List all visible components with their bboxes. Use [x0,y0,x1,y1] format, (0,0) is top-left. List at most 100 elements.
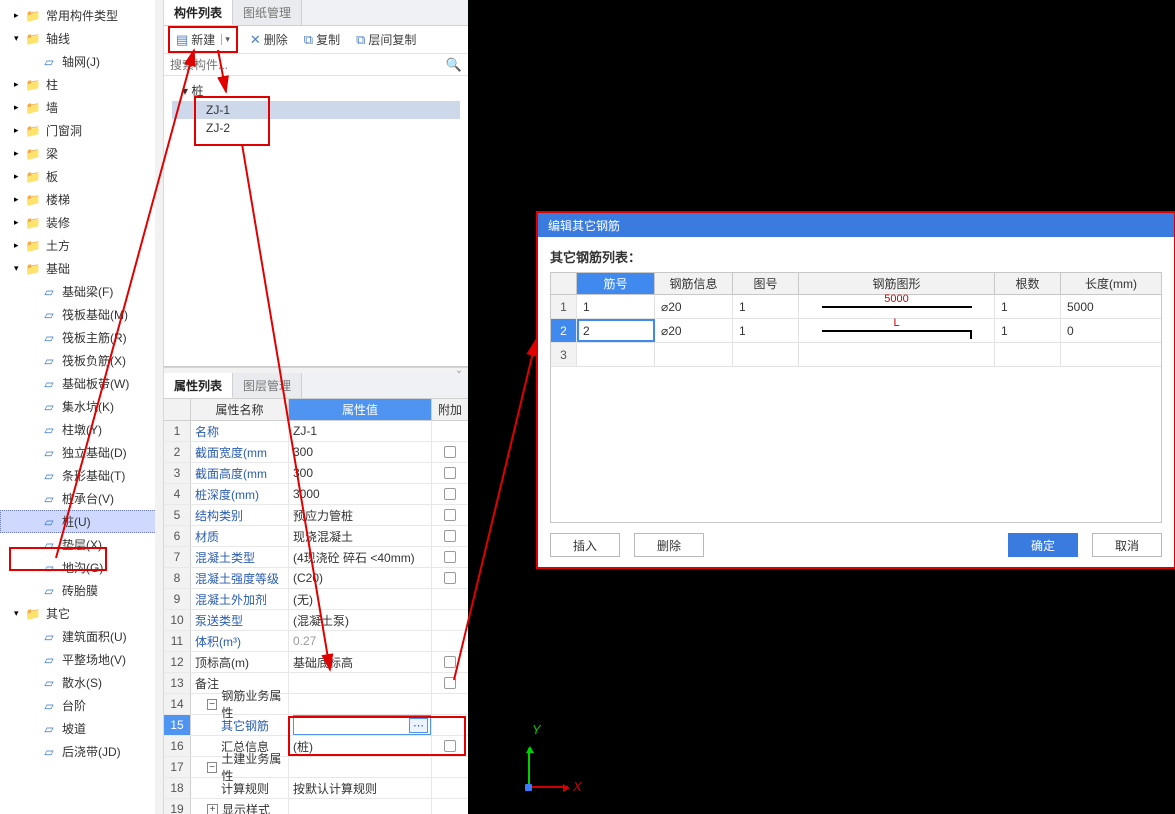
nav-group[interactable]: ▾📁轴线 [0,27,163,50]
ok-button[interactable]: 确定 [1008,533,1078,557]
insert-button[interactable]: 插入 [550,533,620,557]
property-row[interactable]: 17−土建业务属性 [164,757,468,778]
tab-layer-manage[interactable]: 图层管理 [233,373,302,398]
nav-group[interactable]: ▸📁墙 [0,96,163,119]
nav-group[interactable]: ▸📁梁 [0,142,163,165]
dialog-delete-button[interactable]: 删除 [634,533,704,557]
checkbox[interactable] [444,530,456,542]
rebar-row[interactable]: 3 [551,343,1161,367]
property-row[interactable]: 2截面宽度(mm300 [164,442,468,463]
nav-group[interactable]: ▸📁装修 [0,211,163,234]
tree-item-zj2[interactable]: ZJ-2 [172,119,460,137]
delete-button[interactable]: ✕删除 [246,29,292,50]
nav-group[interactable]: ▾📁基础 [0,257,163,280]
checkbox[interactable] [444,677,456,689]
layer-copy-button[interactable]: ⧉层间复制 [352,29,420,50]
nav-item[interactable]: ▱台阶 [0,694,163,717]
nav-item[interactable]: ▱集水坑(K) [0,395,163,418]
property-row[interactable]: 14−钢筋业务属性 [164,694,468,715]
nav-item[interactable]: ▱地沟(G) [0,556,163,579]
nav-group[interactable]: ▸📁门窗洞 [0,119,163,142]
checkbox[interactable] [444,551,456,563]
tab-property-list[interactable]: 属性列表 [164,373,233,398]
tree-item-zj1[interactable]: ZJ-1 [172,101,460,119]
nav-item[interactable]: ▱条形基础(T) [0,464,163,487]
new-icon: ▤ [176,32,188,48]
property-row[interactable]: 8混凝土强度等级(C20) [164,568,468,589]
property-row[interactable]: 12顶标高(m)基础底标高 [164,652,468,673]
property-row[interactable]: 13备注 [164,673,468,694]
nav-item[interactable]: ▱基础梁(F) [0,280,163,303]
property-row[interactable]: 4桩深度(mm)3000 [164,484,468,505]
nav-item[interactable]: ▱散水(S) [0,671,163,694]
nav-item[interactable]: ▱桩(U) [0,510,163,533]
nav-item[interactable]: ▱独立基础(D) [0,441,163,464]
nav-item[interactable]: ▱桩承台(V) [0,487,163,510]
left-nav-panel: ▸📁常用构件类型▾📁轴线▱轴网(J)▸📁柱▸📁墙▸📁门窗洞▸📁梁▸📁板▸📁楼梯▸… [0,0,164,814]
new-dropdown-icon[interactable]: ▾ [221,34,230,45]
search-icon[interactable]: 🔍 [446,57,462,73]
nav-group[interactable]: ▸📁土方 [0,234,163,257]
property-row[interactable]: 18计算规则按默认计算规则 [164,778,468,799]
checkbox[interactable] [444,572,456,584]
checkbox[interactable] [444,509,456,521]
x-axis-label: X [573,779,582,794]
checkbox[interactable] [444,656,456,668]
nav-item[interactable]: ▱后浇带(JD) [0,740,163,763]
rebar-table: 筋号 钢筋信息 图号 钢筋图形 根数 长度(mm) 11⌀20150001500… [550,272,1162,523]
col-shape: 钢筋图形 [799,273,995,294]
checkbox[interactable] [444,467,456,479]
delete-label: 删除 [264,31,288,48]
rebar-row[interactable]: 11⌀201500015000 [551,295,1161,319]
col-property-name: 属性名称 [191,399,289,420]
nav-item[interactable]: ▱基础板带(W) [0,372,163,395]
nav-item[interactable]: ▱筏板主筋(R) [0,326,163,349]
new-button[interactable]: ▤ 新建 ▾ [172,29,234,50]
nav-group[interactable]: ▸📁常用构件类型 [0,4,163,27]
checkbox[interactable] [444,488,456,500]
checkbox[interactable] [444,446,456,458]
edit-rebar-dialog: 编辑其它钢筋 其它钢筋列表： 筋号 钢筋信息 图号 钢筋图形 根数 长度(mm)… [536,211,1175,569]
middle-panel: 构件列表 图纸管理 ▤ 新建 ▾ ✕删除 ⧉复制 ⧉层间复制 🔍 ▾ 桩 ZJ-… [164,0,468,814]
nav-item[interactable]: ▱建筑面积(U) [0,625,163,648]
property-row[interactable]: 5结构类别预应力管桩 [164,505,468,526]
tree-root-node[interactable]: ▾ 桩 [172,80,460,101]
dialog-buttons: 插入 删除 确定 取消 [550,523,1162,561]
search-input[interactable] [170,58,446,72]
property-row[interactable]: 1名称ZJ-1 [164,421,468,442]
ellipsis-button[interactable]: ⋯ [409,718,428,733]
nav-item[interactable]: ▱砖胎膜 [0,579,163,602]
checkbox[interactable] [444,740,456,752]
property-row[interactable]: 7混凝土类型(4现浇砼 碎石 <40mm) [164,547,468,568]
property-row[interactable]: 6材质现浇混凝土 [164,526,468,547]
rebar-row[interactable]: 22⌀201L10 [551,319,1161,343]
nav-scrollbar[interactable] [155,0,163,814]
nav-item[interactable]: ▱轴网(J) [0,50,163,73]
tab-component-list[interactable]: 构件列表 [164,0,233,25]
nav-item[interactable]: ▱坡道 [0,717,163,740]
nav-item[interactable]: ▱筏板负筋(X) [0,349,163,372]
tab-drawing-manage[interactable]: 图纸管理 [233,0,302,25]
nav-item[interactable]: ▱柱墩(Y) [0,418,163,441]
property-row[interactable]: 16汇总信息(桩) [164,736,468,757]
col-property-extra: 附加 [432,399,468,420]
property-row[interactable]: 9混凝土外加剂(无) [164,589,468,610]
cancel-button[interactable]: 取消 [1092,533,1162,557]
property-row[interactable]: 10泵送类型(混凝土泵) [164,610,468,631]
nav-item[interactable]: ▱垫层(X) [0,533,163,556]
rebar-table-header: 筋号 钢筋信息 图号 钢筋图形 根数 长度(mm) [551,273,1161,295]
new-button-label: 新建 [191,31,215,48]
nav-group[interactable]: ▸📁楼梯 [0,188,163,211]
nav-item[interactable]: ▱平整场地(V) [0,648,163,671]
property-row[interactable]: 11体积(m³)0.27 [164,631,468,652]
copy-button[interactable]: ⧉复制 [300,29,344,50]
property-row[interactable]: 15其它钢筋⋯ [164,715,468,736]
nav-group[interactable]: ▾📁其它 [0,602,163,625]
axis-gizmo: Y X [518,728,578,788]
tree-root-label: 桩 [191,84,203,98]
property-row[interactable]: 19+显示样式 [164,799,468,814]
property-row[interactable]: 3截面高度(mm300 [164,463,468,484]
nav-group[interactable]: ▸📁柱 [0,73,163,96]
nav-item[interactable]: ▱筏板基础(M) [0,303,163,326]
nav-group[interactable]: ▸📁板 [0,165,163,188]
